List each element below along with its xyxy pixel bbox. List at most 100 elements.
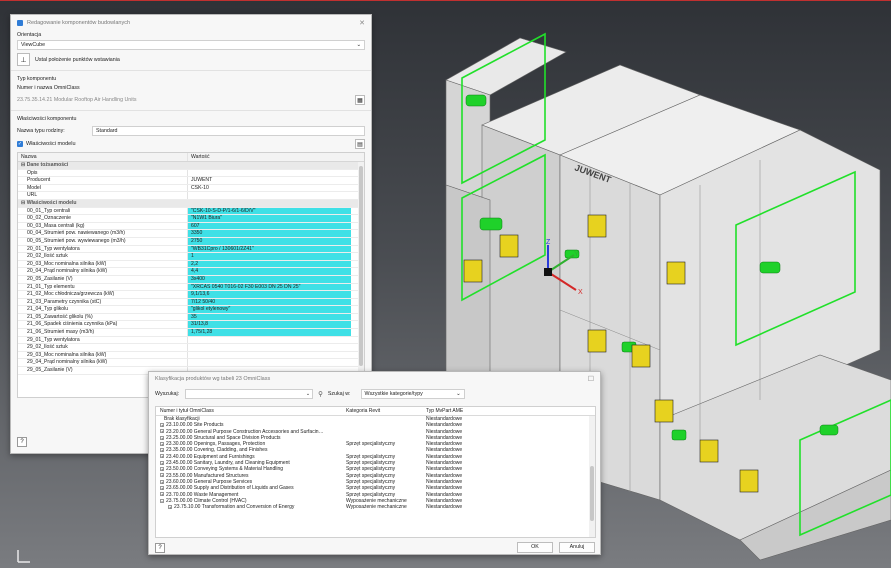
property-row[interactable]: 21_06_Spadek ciśnienia czynnika (kPa) 31/… [18, 321, 364, 330]
orientation-select[interactable]: ViewCube ⌄ [17, 40, 365, 50]
omniclass-scrollbar[interactable] [589, 416, 595, 537]
group-model[interactable]: ⊟ Właściwości modelu [18, 199, 364, 208]
property-value[interactable] [188, 352, 351, 359]
close-icon[interactable]: ☐ [588, 375, 594, 383]
col-type-header: Typ MvPart AME [426, 408, 464, 414]
property-row[interactable]: 21_06_Strumień masy (m3/h) 1,75/1,28 [18, 329, 364, 337]
omniclass-browse-button[interactable]: ▦ [355, 95, 365, 105]
expand-icon[interactable]: + [160, 473, 164, 478]
properties-scrollbar[interactable] [358, 162, 364, 397]
property-value[interactable] [188, 359, 351, 366]
expand-icon[interactable]: + [160, 441, 164, 446]
property-value[interactable] [188, 344, 351, 351]
property-row[interactable]: Producent JUWENT [18, 177, 364, 185]
ok-button[interactable]: OK [517, 542, 553, 553]
expand-icon[interactable]: + [160, 467, 164, 472]
property-row[interactable]: 21_05_Zawartość glikolu (%) 35 [18, 313, 364, 322]
scope-value: Wszystkie kategorie/typy [364, 391, 423, 397]
property-value[interactable]: "N1W1 Biura" [188, 215, 351, 222]
property-value[interactable]: 35 [188, 313, 351, 321]
property-value[interactable]: "WB31Cpro / 130601/2Z41" [188, 245, 351, 253]
property-row[interactable]: URL [18, 192, 364, 200]
table-settings-icon[interactable]: ▤ [355, 139, 365, 149]
property-row[interactable]: 29_01_Typ wentylatora [18, 336, 364, 345]
expand-icon[interactable]: + [160, 479, 164, 484]
property-row[interactable]: 29_02_Ilość sztuk [18, 344, 364, 352]
close-icon[interactable]: ✕ [359, 19, 365, 27]
property-row[interactable]: 29_04_Prąd nominalny silnika (kW) [18, 359, 364, 368]
expand-icon[interactable]: + [160, 460, 164, 465]
property-value[interactable] [188, 170, 351, 177]
group-identity[interactable]: ⊟ Dane tożsamości [18, 162, 364, 170]
family-name-field[interactable]: Standard [92, 126, 365, 136]
property-value[interactable]: 1 [188, 253, 351, 260]
property-value[interactable]: "CSK-10-S-D-P/1-6/1-6/D/V" [188, 207, 351, 215]
omniclass-title-text: 23.75.00.00 Climate Control (HVAC) [166, 497, 247, 504]
property-row[interactable]: 29_03_Moc nominalna silnika (kW) [18, 351, 364, 360]
property-row[interactable]: 21_01_Typ elementu "XRCAS 0540 T016-02 F3… [18, 283, 364, 292]
property-row[interactable]: 20_03_Moc nominalna silnika (kW) 2,2 [18, 260, 364, 269]
property-value[interactable]: 1,75/1,28 [188, 329, 351, 336]
expand-icon[interactable]: + [160, 435, 164, 440]
property-name: 00_05_Strumień pow. wywiewanego (m3/h) [18, 237, 188, 245]
property-value[interactable]: 2,2 [188, 260, 351, 268]
property-name: URL [18, 192, 188, 199]
expand-icon[interactable]: + [160, 485, 164, 490]
expand-icon[interactable]: + [160, 429, 164, 434]
expand-icon[interactable]: + [160, 492, 164, 497]
property-value[interactable]: 9,1/13,6 [188, 291, 351, 298]
property-value[interactable]: 4,4 [188, 268, 351, 275]
property-row[interactable]: 21_03_Parametry czynnika (stC) 7/12 50/40 [18, 298, 364, 307]
scope-select[interactable]: Wszystkie kategorie/typy ⌄ [360, 389, 465, 399]
search-input[interactable]: ⌄ [185, 389, 314, 399]
help-button[interactable]: ? [155, 543, 165, 553]
expand-icon[interactable]: + [160, 454, 164, 459]
omniclass-title-text: 23.50.00.00 Conveying Systems & Material… [166, 466, 284, 473]
property-name: 21_06_Spadek ciśnienia czynnika (kPa) [18, 321, 188, 329]
expand-icon[interactable]: + [160, 422, 164, 427]
property-name: 21_02_Moc chłodnicza/grzewcza (kW) [18, 291, 188, 298]
expand-icon[interactable]: + [168, 504, 172, 509]
model-props-label: Właściwości modelu [26, 141, 76, 147]
property-value[interactable]: JUWENT [188, 177, 351, 184]
property-value[interactable]: 607 [188, 222, 351, 230]
omniclass-dialog: Klasyfikacja produktów wg tabeli 23 Omni… [148, 371, 601, 555]
property-value[interactable] [188, 192, 351, 199]
property-row[interactable]: 20_05_Zasilanie (V) 3x400 [18, 275, 364, 284]
insertion-point-button[interactable]: ⊥ [17, 53, 30, 66]
property-row[interactable]: 20_01_Typ wentylatora "WB31Cpro / 130601/… [18, 245, 364, 254]
help-button[interactable]: ? [17, 437, 27, 447]
property-row[interactable]: Opis [18, 169, 364, 178]
property-value[interactable] [188, 337, 351, 344]
property-row[interactable]: 20_04_Prąd nominalny silnika (kW) 4,4 [18, 268, 364, 276]
property-value[interactable]: 3350 [188, 230, 351, 237]
property-row[interactable]: 00_02_Oznaczenie "N1W1 Biura" [18, 215, 364, 223]
property-value[interactable]: 3x400 [188, 275, 351, 283]
col-value-header: Wartość [191, 154, 210, 160]
property-value[interactable]: 31/13,8 [188, 321, 351, 329]
search-icon[interactable]: ⚲ [318, 390, 323, 398]
property-value[interactable]: CSK-10 [188, 185, 351, 192]
chevron-down-icon: ⌄ [356, 42, 361, 48]
property-value[interactable]: 2750 [188, 237, 351, 245]
property-row[interactable]: 21_02_Moc chłodnicza/grzewcza (kW) 9,1/13… [18, 291, 364, 299]
property-row[interactable]: 20_02_Ilość sztuk 1 [18, 253, 364, 261]
omniclass-title-text: 23.55.00.00 Manufactured Structures [166, 472, 249, 479]
property-row[interactable]: 21_04_Typ glikolu "glikol etylenowy" [18, 306, 364, 314]
omniclass-title-text: 23.20.00.00 General Purpose Construction… [166, 428, 324, 435]
property-value[interactable]: "XRCAS 0540 T016-02 F30 E003 DN 25 DN 25… [188, 283, 351, 291]
property-value[interactable]: 7/12 50/40 [188, 298, 351, 306]
property-value[interactable]: "glikol etylenowy" [188, 306, 351, 313]
expand-icon[interactable]: + [160, 448, 164, 453]
property-name: 29_03_Moc nominalna silnika (kW) [18, 351, 188, 359]
property-row[interactable]: 00_03_Masa centrali (kg) 607 [18, 222, 364, 231]
expand-icon[interactable]: − [160, 498, 164, 503]
model-props-checkbox[interactable]: ✓ [17, 141, 23, 147]
property-row[interactable]: 00_05_Strumień pow. wywiewanego (m3/h) 27… [18, 237, 364, 246]
omniclass-label: Numer i nazwa OmniClass [17, 85, 80, 91]
property-row[interactable]: Model CSK-10 [18, 184, 364, 193]
omniclass-row[interactable]: +23.75.10.00 Transformation and Conversi… [156, 504, 595, 510]
property-row[interactable]: 00_04_Strumień pow. nawiewanego (m3/h) 33… [18, 230, 364, 238]
property-row[interactable]: 00_01_Typ centrali "CSK-10-S-D-P/1-6/1-6/… [18, 207, 364, 216]
cancel-button[interactable]: Anuluj [559, 542, 595, 553]
